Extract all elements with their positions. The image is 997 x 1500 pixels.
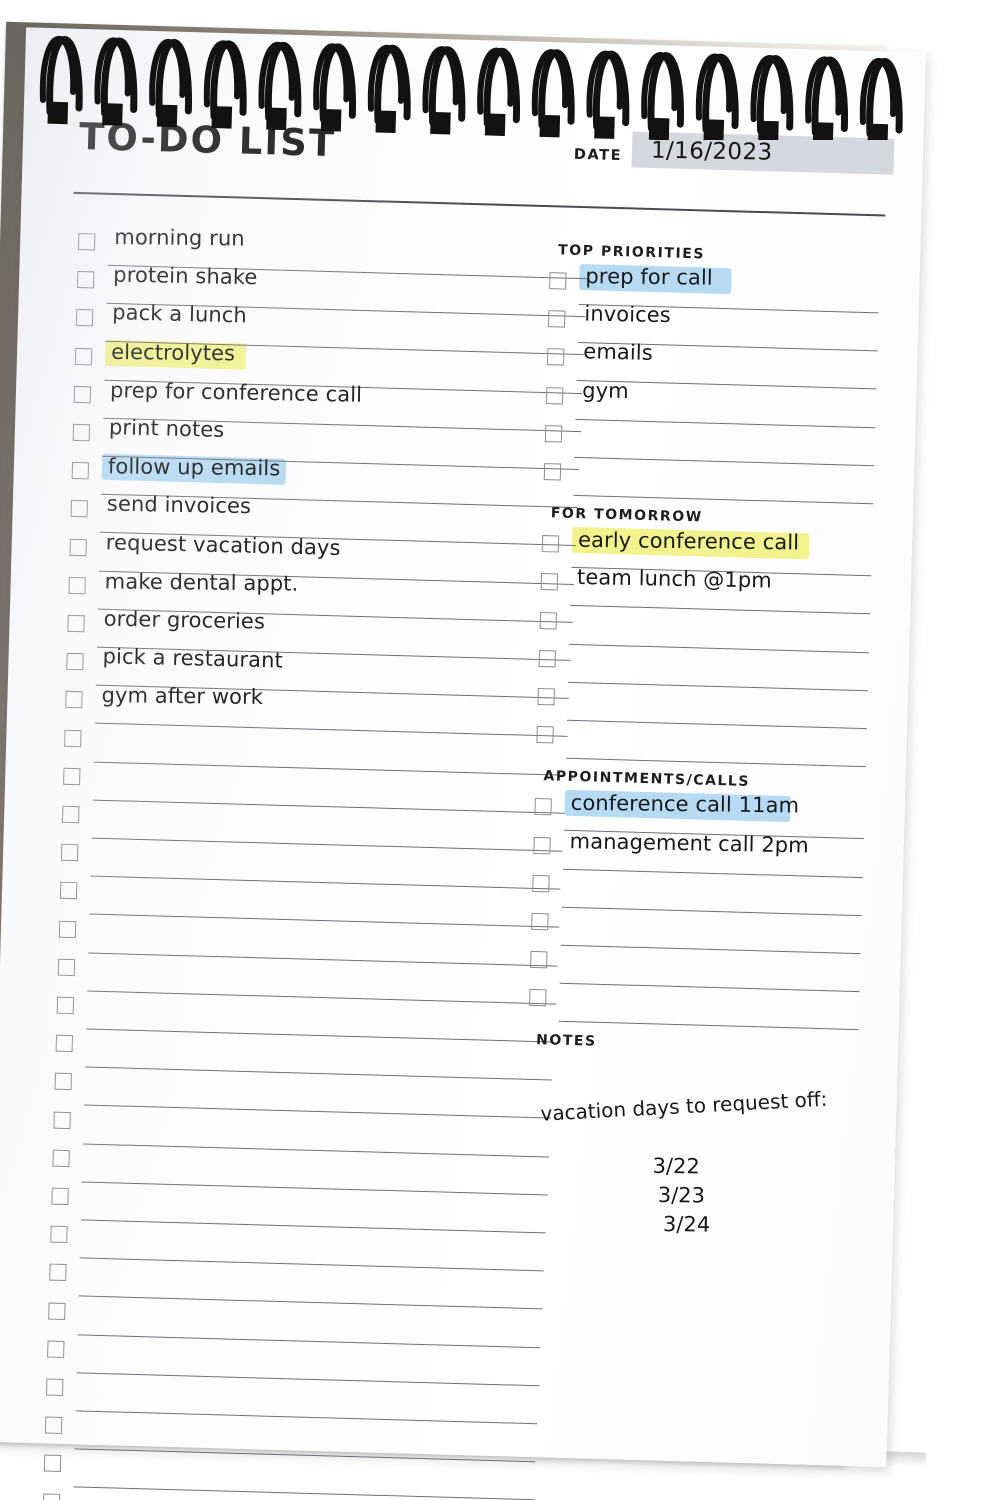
todo-item-label: follow up emails (107, 454, 281, 481)
date-label: DATE (573, 146, 623, 165)
todo-item-label: team lunch @1pm (576, 565, 773, 593)
checkbox-icon[interactable] (68, 576, 86, 595)
checkbox-icon[interactable] (73, 385, 92, 404)
todo-item-label: prep for conference call (109, 377, 363, 407)
todo-item-label: pack a lunch (111, 300, 248, 328)
checkbox-icon[interactable] (545, 386, 564, 405)
todo-item-label: make dental appt. (104, 569, 299, 596)
checkbox-icon[interactable] (531, 912, 549, 931)
checkbox-icon[interactable] (60, 843, 79, 862)
checkbox-icon[interactable] (529, 989, 547, 1007)
todo-item-label: electrolytes (111, 339, 236, 366)
checkbox-icon[interactable] (543, 463, 562, 481)
checkbox-icon[interactable] (48, 1302, 66, 1320)
date-value[interactable]: 1/16/2023 (651, 138, 773, 166)
checkbox-icon[interactable] (548, 310, 566, 328)
checkbox-icon[interactable] (530, 951, 548, 969)
checkbox-icon[interactable] (47, 1340, 65, 1358)
todo-item-label: pick a restaurant (102, 644, 284, 673)
checkbox-icon[interactable] (538, 649, 556, 668)
checkbox-icon[interactable] (56, 996, 75, 1015)
right-column: TOP PRIORITIES prep for call invoices email… (529, 240, 890, 1236)
checkbox-icon[interactable] (51, 1187, 69, 1206)
section-heading-notes: NOTES (535, 1031, 597, 1050)
todo-item-label: emails (583, 339, 654, 366)
checkbox-icon[interactable] (49, 1263, 67, 1282)
notes-date-entry: 3/23 (657, 1182, 706, 1208)
checkbox-icon[interactable] (77, 232, 96, 251)
todo-item-label: order groceries (103, 606, 266, 634)
notes-date-entry: 3/24 (662, 1211, 711, 1237)
checkbox-icon[interactable] (536, 726, 554, 744)
checkbox-icon[interactable] (65, 691, 83, 709)
checkbox-icon[interactable] (534, 798, 552, 816)
checkbox-icon[interactable] (71, 462, 90, 480)
checkbox-icon[interactable] (50, 1225, 68, 1244)
todo-item-label: conference call 11am (570, 791, 800, 818)
checkbox-icon[interactable] (69, 538, 87, 556)
checkbox-icon[interactable] (533, 836, 551, 854)
checkbox-icon[interactable] (532, 874, 550, 893)
checkbox-icon[interactable] (43, 1454, 62, 1473)
todo-item-label: morning run (114, 225, 245, 251)
todo-item-label: prep for call (585, 264, 713, 290)
todo-item-label: management call 2pm (569, 828, 810, 858)
notes-body-text: vacation days to request off: (539, 1086, 828, 1126)
page-header: TO-DO LIST DATE 1/16/2023 (78, 114, 895, 207)
checkbox-icon[interactable] (45, 1378, 64, 1396)
todo-item-label: early conference call (577, 527, 800, 555)
checkbox-icon[interactable] (540, 573, 559, 591)
notepad-photo: TO-DO LIST DATE 1/16/2023 morning run pro… (0, 0, 997, 1500)
checkbox-icon[interactable] (539, 611, 558, 630)
checkbox-icon[interactable] (57, 958, 76, 976)
todo-item-label: protein shake (113, 262, 258, 290)
checkbox-icon[interactable] (537, 687, 555, 706)
main-todo-list: morning run protein shake pack a lunch elec… (42, 225, 599, 1500)
todo-item-label: send invoices (106, 491, 252, 519)
section-row-empty[interactable] (543, 457, 878, 505)
page-title: TO-DO LIST (78, 114, 337, 166)
checkbox-icon[interactable] (63, 767, 81, 786)
todo-item-label: print notes (108, 415, 225, 442)
checkbox-icon[interactable] (75, 309, 94, 327)
section-row-empty[interactable] (536, 720, 871, 768)
todo-item-label: invoices (584, 301, 672, 328)
checkbox-icon[interactable] (61, 805, 80, 824)
write-rule (573, 494, 874, 505)
checkbox-icon[interactable] (67, 614, 85, 633)
notepad-sheet: TO-DO LIST DATE 1/16/2023 morning run pro… (0, 27, 926, 1500)
write-rule (558, 1021, 859, 1031)
checkbox-icon[interactable] (74, 347, 93, 365)
checkbox-icon[interactable] (42, 1493, 61, 1500)
checkbox-icon[interactable] (76, 271, 95, 289)
checkbox-icon[interactable] (53, 1111, 71, 1129)
checkbox-icon[interactable] (546, 348, 565, 366)
notes-date-list: 3/22 3/23 3/24 (651, 1151, 713, 1240)
checkbox-icon[interactable] (58, 920, 77, 938)
checkbox-icon[interactable] (72, 423, 91, 442)
checkbox-icon[interactable] (66, 652, 84, 671)
checkbox-icon[interactable] (54, 1073, 72, 1091)
checkbox-icon[interactable] (59, 882, 78, 900)
checkbox-icon[interactable] (44, 1416, 63, 1435)
checkbox-icon[interactable] (52, 1149, 70, 1167)
todo-item-label: request vacation days (105, 529, 341, 560)
checkbox-icon[interactable] (541, 535, 560, 553)
todo-item-label: gym after work (101, 683, 264, 710)
section-heading-appointments-calls: APPOINTMENTS/CALLS (543, 768, 751, 791)
notes-date-entry: 3/22 (652, 1153, 700, 1178)
checkbox-icon[interactable] (55, 1034, 74, 1053)
checkbox-icon[interactable] (70, 500, 88, 518)
checkbox-icon[interactable] (64, 729, 82, 747)
write-rule (565, 757, 866, 768)
checkbox-icon[interactable] (544, 424, 563, 443)
todo-item-label: gym (582, 378, 629, 403)
section-row-empty[interactable] (529, 983, 864, 1031)
checkbox-icon[interactable] (549, 272, 567, 290)
